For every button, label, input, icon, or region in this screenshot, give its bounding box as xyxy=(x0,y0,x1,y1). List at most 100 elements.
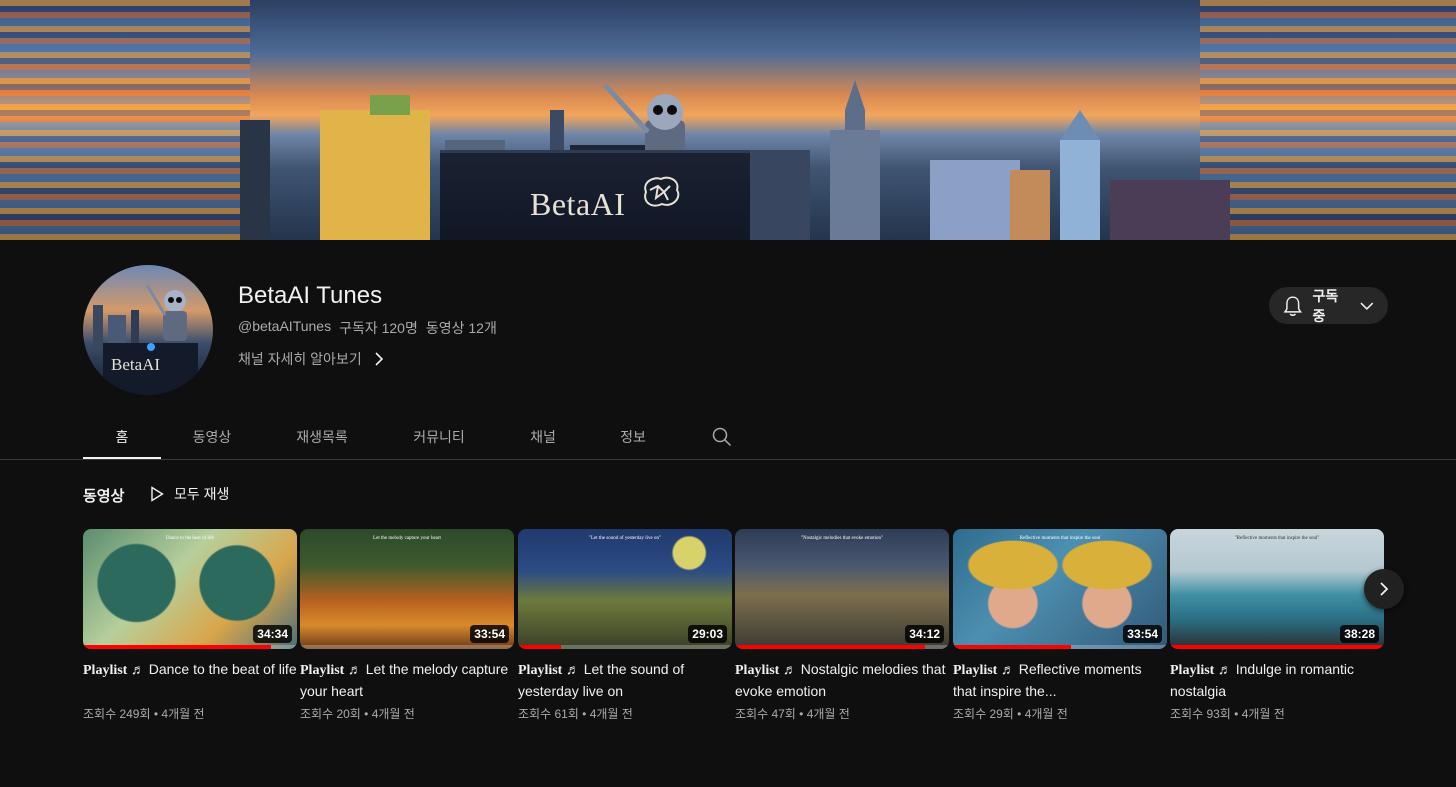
play-icon xyxy=(151,486,164,502)
video-title[interactable]: Playlist ♬ Let the melody capture your h… xyxy=(300,659,514,699)
video-duration: 34:34 xyxy=(253,625,292,643)
video-thumbnail[interactable]: Let the melody capture your heart 33:54 xyxy=(300,529,514,649)
video-age: 4개월 전 xyxy=(371,707,415,721)
channel-handle: @betaAITunes xyxy=(238,318,332,334)
chevron-right-icon xyxy=(375,352,383,366)
channel-banner: BetaAI xyxy=(0,0,1456,240)
video-meta: 조회수 93회 • 4개월 전 xyxy=(1170,707,1285,721)
carousel-next-button[interactable] xyxy=(1364,569,1404,609)
subscribed-label: 구독중 xyxy=(1312,287,1339,324)
tab-community[interactable]: 커뮤니티 xyxy=(381,414,497,460)
chevron-right-icon xyxy=(1380,582,1389,596)
watch-progress xyxy=(518,645,561,649)
video-title-prefix: Playlist ♬ xyxy=(300,663,362,678)
thumbnail-caption: Dance to the beat of life xyxy=(165,536,215,541)
avatar-logo-text: BetaAI xyxy=(111,355,161,374)
search-icon xyxy=(712,427,732,447)
video-card[interactable]: Reflective moments that inspire the soul… xyxy=(953,529,1167,722)
video-title-prefix: Playlist ♬ xyxy=(735,663,797,678)
video-age: 4개월 전 xyxy=(589,707,633,721)
tab-videos[interactable]: 동영상 xyxy=(161,414,263,460)
video-views: 조회수 29회 xyxy=(953,707,1014,721)
tab-playlists-label: 재생목록 xyxy=(296,429,348,445)
video-thumbnail[interactable]: Dance to the beat of life 34:34 xyxy=(83,529,297,649)
tab-playlists[interactable]: 재생목록 xyxy=(263,414,381,460)
tab-home[interactable]: 홈 xyxy=(83,414,161,460)
tab-home-label: 홈 xyxy=(115,429,129,445)
banner-logo-text: BetaAI xyxy=(530,186,626,222)
video-views: 조회수 249회 xyxy=(83,707,151,721)
subscriber-count: 구독자 120명 xyxy=(339,320,418,336)
subscribed-button[interactable]: 구독중 xyxy=(1269,287,1388,324)
video-duration: 38:28 xyxy=(1340,625,1379,643)
watch-progress xyxy=(953,645,1071,649)
video-meta: 조회수 47회 • 4개월 전 xyxy=(735,707,850,721)
play-all-button[interactable]: 모두 재생 xyxy=(150,484,229,504)
brain-network-icon xyxy=(644,176,680,207)
video-meta: 조회수 20회 • 4개월 전 xyxy=(300,707,415,721)
video-title[interactable]: Playlist ♬ Let the sound of yesterday li… xyxy=(518,659,732,699)
video-meta: 조회수 249회 • 4개월 전 xyxy=(83,707,205,721)
video-thumbnail[interactable]: "Let the sound of yesterday live on" 29:… xyxy=(518,529,732,649)
video-title[interactable]: Playlist ♬ Reflective moments that inspi… xyxy=(953,659,1167,699)
video-age: 4개월 전 xyxy=(806,707,850,721)
video-title-prefix: Playlist ♬ xyxy=(518,663,580,678)
tab-search[interactable] xyxy=(677,414,767,460)
video-card[interactable]: "Let the sound of yesterday live on" 29:… xyxy=(518,529,732,722)
thumbnail-caption: "Nostalgic melodies that evoke emotion" xyxy=(800,536,884,541)
watch-progress xyxy=(1170,645,1384,649)
tabs-divider xyxy=(0,459,1456,460)
progress-track xyxy=(300,645,514,649)
video-title-prefix: Playlist ♬ xyxy=(953,663,1015,678)
video-age: 4개월 전 xyxy=(1241,707,1285,721)
channel-more-label: 채널 자세히 알아보기 xyxy=(238,351,362,367)
video-title[interactable]: Playlist ♬ Dance to the beat of life xyxy=(83,659,297,699)
video-title[interactable]: Playlist ♬ Nostalgic melodies that evoke… xyxy=(735,659,949,699)
avatar-art xyxy=(93,284,198,395)
section-title: 동영상 xyxy=(83,488,125,505)
channel-meta: @betaAITunes 구독자 120명 동영상 12개 xyxy=(238,318,497,338)
video-title-text: Dance to the beat of life xyxy=(148,661,297,677)
video-count: 동영상 12개 xyxy=(425,320,497,336)
video-duration: 33:54 xyxy=(1123,625,1162,643)
video-card[interactable]: "Reflective moments that inspire the sou… xyxy=(1170,529,1384,722)
thumbnail-caption: "Reflective moments that inspire the sou… xyxy=(1234,536,1320,541)
video-card[interactable]: Dance to the beat of life 34:34 Playlist… xyxy=(83,529,297,722)
video-views: 조회수 47회 xyxy=(735,707,796,721)
video-meta: 조회수 29회 • 4개월 전 xyxy=(953,707,1068,721)
video-duration: 29:03 xyxy=(688,625,727,643)
bell-icon xyxy=(1283,295,1302,316)
video-age: 4개월 전 xyxy=(1024,707,1068,721)
channel-more-link[interactable]: 채널 자세히 알아보기 xyxy=(238,349,384,369)
tab-channels[interactable]: 채널 xyxy=(497,414,589,460)
video-title-prefix: Playlist ♬ xyxy=(83,663,145,678)
video-age: 4개월 전 xyxy=(161,707,205,721)
watch-progress xyxy=(83,645,272,649)
play-all-label: 모두 재생 xyxy=(174,486,230,502)
tab-about[interactable]: 정보 xyxy=(589,414,677,460)
video-title[interactable]: Playlist ♬ Indulge in romantic nostalgia xyxy=(1170,659,1384,699)
chevron-down-icon xyxy=(1360,302,1374,310)
video-thumbnail[interactable]: Reflective moments that inspire the soul… xyxy=(953,529,1167,649)
video-title-prefix: Playlist ♬ xyxy=(1170,663,1232,678)
video-duration: 34:12 xyxy=(905,625,944,643)
channel-tabs: 홈 동영상 재생목록 커뮤니티 채널 정보 xyxy=(83,414,767,460)
video-views: 조회수 61회 xyxy=(518,707,579,721)
video-thumbnail[interactable]: "Nostalgic melodies that evoke emotion" … xyxy=(735,529,949,649)
tab-about-label: 정보 xyxy=(620,429,646,445)
video-card[interactable]: Let the melody capture your heart 33:54 … xyxy=(300,529,514,722)
tab-videos-label: 동영상 xyxy=(192,429,232,445)
thumbnail-caption: Reflective moments that inspire the soul xyxy=(1019,536,1101,541)
video-thumbnail[interactable]: "Reflective moments that inspire the sou… xyxy=(1170,529,1384,649)
video-meta: 조회수 61회 • 4개월 전 xyxy=(518,707,633,721)
thumbnail-caption: "Let the sound of yesterday live on" xyxy=(588,536,662,541)
tab-channels-label: 채널 xyxy=(530,429,556,445)
video-duration: 33:54 xyxy=(470,625,509,643)
video-views: 조회수 93회 xyxy=(1170,707,1231,721)
channel-avatar[interactable]: BetaAI xyxy=(83,265,213,395)
thumbnail-caption: Let the melody capture your heart xyxy=(373,536,441,541)
video-views: 조회수 20회 xyxy=(300,707,361,721)
channel-name: BetaAI Tunes xyxy=(238,282,383,309)
tab-community-label: 커뮤니티 xyxy=(413,429,465,445)
video-card[interactable]: "Nostalgic melodies that evoke emotion" … xyxy=(735,529,949,722)
